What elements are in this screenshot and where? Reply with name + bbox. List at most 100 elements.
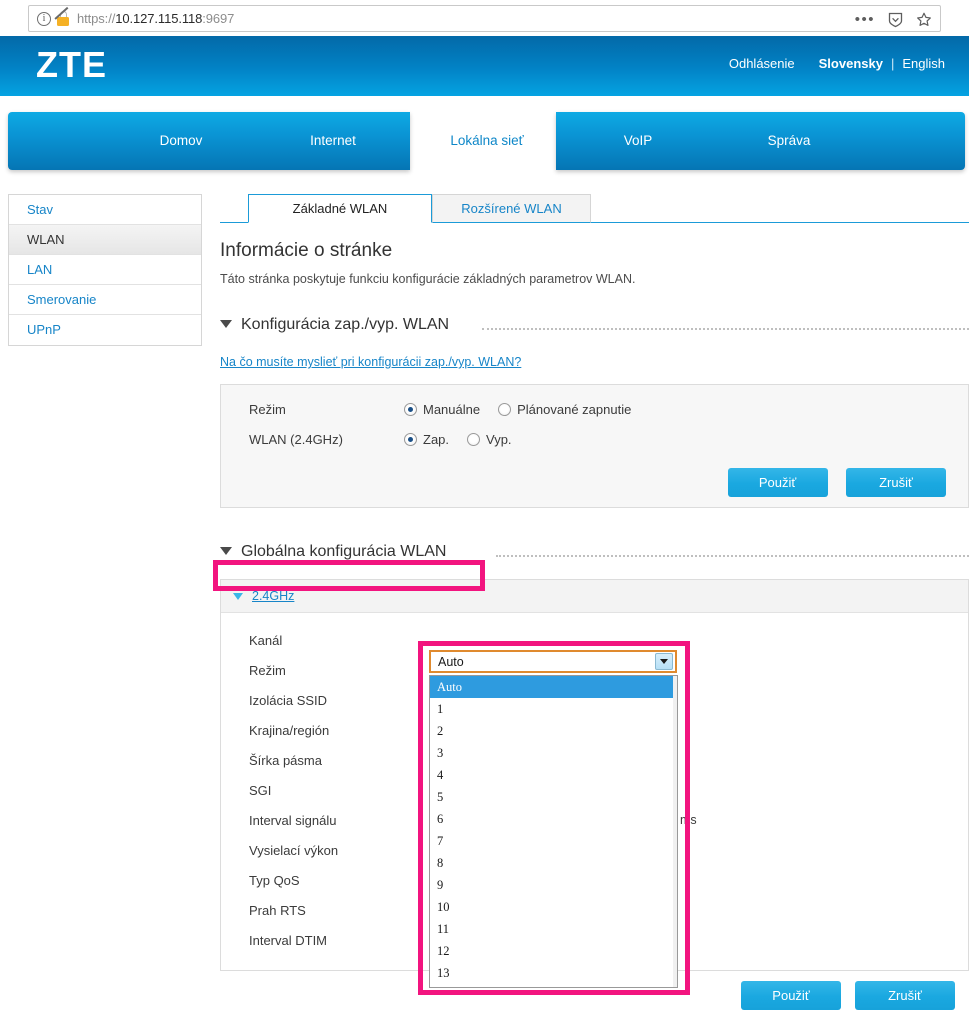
page-description: Táto stránka poskytuje funkciu konfigurá… [220,272,636,286]
site-identity-group[interactable] [29,6,70,26]
channel-dropdown-list[interactable]: Auto 1 2 3 4 5 6 7 8 9 10 11 12 13 [429,675,678,988]
url-text: https://10.127.115.118:9697 [77,11,234,26]
broken-lock-icon[interactable] [54,6,70,26]
site-header: ZTE Odhlásenie Slovensky | English [0,36,969,96]
sidebar-item-stav[interactable]: Stav [9,195,201,225]
cancel-button-onoff[interactable]: Zrušiť [846,468,946,497]
band-header-24ghz[interactable]: 2.4GHz [221,580,968,613]
star-icon[interactable] [916,12,932,28]
nav-item-sprava[interactable]: Správa [726,112,852,170]
radio-manualne[interactable] [404,403,417,416]
logout-link[interactable]: Odhlásenie [729,56,795,71]
label-kanal: Kanál [249,633,283,648]
triangle-down-icon[interactable] [220,319,232,328]
dropdown-option-13[interactable]: 13 [430,962,677,984]
row-rezim: Režim Manuálne Plánované zapnutie [249,402,649,417]
address-bar[interactable]: https://10.127.115.118:9697 ••• [28,5,941,32]
ellipsis-icon[interactable]: ••• [855,12,875,27]
apply-button-global[interactable]: Použiť [741,981,841,1010]
chevron-down-icon[interactable] [655,653,673,670]
band-title-24ghz[interactable]: 2.4GHz [252,589,294,603]
radio-label-manualne[interactable]: Manuálne [423,402,480,417]
sidebar-item-smerovanie[interactable]: Smerovanie [9,285,201,315]
language-slovensky[interactable]: Slovensky [819,56,883,71]
triangle-down-icon-band[interactable] [233,592,243,600]
section-onoff-title-group[interactable]: Konfigurácia zap./vyp. WLAN [220,316,449,334]
label-interval-signalu: Interval signálu [249,813,337,828]
dropdown-option-11[interactable]: 11 [430,918,677,940]
page-title: Informácie o stránke [220,240,393,261]
wlan-onoff-panel: Režim Manuálne Plánované zapnutie WLAN (… [220,384,969,508]
radio-zap[interactable] [404,433,417,446]
apply-button-onoff[interactable]: Použiť [727,468,828,497]
language-english[interactable]: English [902,56,945,71]
dropdown-option-10[interactable]: 10 [430,896,677,918]
dropdown-scrollbar[interactable] [673,676,677,987]
cancel-button-global[interactable]: Zrušiť [855,981,955,1010]
nav-item-internet[interactable]: Internet [270,112,396,170]
section-divider-global [496,555,969,557]
label-rezim: Režim [249,402,286,417]
section-global-title-group[interactable]: Globálna konfigurácia WLAN [220,543,446,561]
nav-item-domov[interactable]: Domov [118,112,244,170]
section-global-title: Globálna konfigurácia WLAN [241,543,447,560]
tab-rozsirene-wlan[interactable]: Rozšírené WLAN [432,194,591,223]
label-typ-qos: Typ QoS [249,873,300,888]
wlan-onoff-hint-link[interactable]: Na čo musíte myslieť pri konfigurácii za… [220,355,521,369]
label-izolacia-ssid: Izolácia SSID [249,693,328,708]
header-actions: Odhlásenie Slovensky | English [729,56,945,71]
row-wlan-24ghz: WLAN (2.4GHz) Zap. Vyp. [249,432,530,447]
sidebar-item-lan[interactable]: LAN [9,255,201,285]
browser-toolbar: https://10.127.115.118:9697 ••• [0,0,969,36]
dropdown-option-2[interactable]: 2 [430,720,677,742]
content-tabs: Základné WLAN Rozšírené WLAN [220,194,969,223]
channel-select[interactable]: Auto [429,650,677,673]
dropdown-option-3[interactable]: 3 [430,742,677,764]
sidebar-item-wlan[interactable]: WLAN [9,225,201,255]
label-sgi: SGI [249,783,272,798]
info-circle-icon[interactable] [37,11,51,26]
label-rezim-global: Režim [249,663,286,678]
label-prah-rts: Prah RTS [249,903,306,918]
label-sirka-pasma: Šírka pásma [249,753,322,768]
tab-zakladne-wlan[interactable]: Základné WLAN [248,194,432,223]
radio-label-planovane-zapnutie[interactable]: Plánované zapnutie [517,402,631,417]
radio-vyp[interactable] [467,433,481,446]
sidebar: Stav WLAN LAN Smerovanie UPnP [8,194,202,346]
dropdown-option-1[interactable]: 1 [430,698,677,720]
nav-item-lokalna-siet[interactable]: Lokálna sieť [424,112,550,170]
label-wlan-24ghz: WLAN (2.4GHz) [249,432,343,447]
section-divider [482,328,969,330]
label-krajina-region: Krajina/región [249,723,330,738]
dropdown-option-5[interactable]: 5 [430,786,677,808]
nav-item-voip[interactable]: VoIP [576,112,700,170]
dropdown-option-6[interactable]: 6 [430,808,677,830]
dropdown-option-7[interactable]: 7 [430,830,677,852]
zte-logo: ZTE [36,44,107,85]
toolbar-icons: ••• [855,6,932,33]
triangle-down-icon-global[interactable] [220,546,232,555]
label-vysielaci-vykon: Vysielací výkon [249,843,339,858]
radio-label-zap[interactable]: Zap. [423,432,449,447]
url-host: 10.127.115.118 [115,11,203,26]
wlan-onoff-actions: Použiť Zrušiť [727,468,946,497]
label-interval-dtim: Interval DTIM [249,933,328,948]
main-navigation: Domov Internet Lokálna sieť VoIP Správa [0,112,969,172]
url-port: :9697 [202,11,235,26]
radio-planovane-zapnutie[interactable] [498,403,512,416]
section-header-global: Globálna konfigurácia WLAN [220,543,969,565]
shield-icon[interactable] [888,12,903,28]
channel-select-value: Auto [438,654,464,669]
radio-label-vyp[interactable]: Vyp. [486,432,512,447]
beacon-interval-unit: ms [680,813,697,827]
section-onoff-title: Konfigurácia zap./vyp. WLAN [241,316,450,333]
section-header-onoff: Konfigurácia zap./vyp. WLAN [220,316,969,338]
language-separator: | [890,56,895,71]
dropdown-option-12[interactable]: 12 [430,940,677,962]
dropdown-option-4[interactable]: 4 [430,764,677,786]
dropdown-option-9[interactable]: 9 [430,874,677,896]
sidebar-item-upnp[interactable]: UPnP [9,315,201,345]
dropdown-option-auto[interactable]: Auto [430,676,677,698]
dropdown-option-8[interactable]: 8 [430,852,677,874]
url-scheme: https:// [77,11,116,26]
